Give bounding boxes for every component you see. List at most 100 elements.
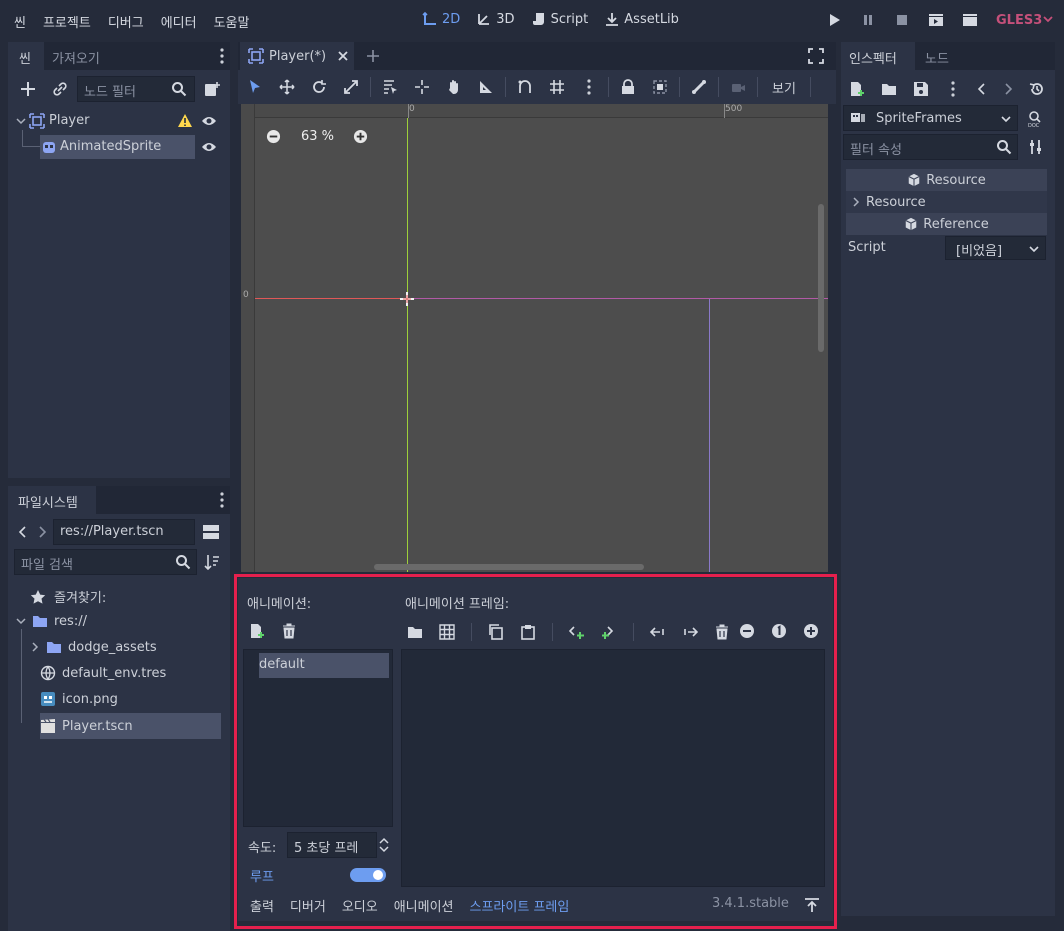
play-custom-scene-icon[interactable]	[962, 12, 978, 28]
add-node-icon[interactable]	[20, 81, 36, 97]
file-item-dodge-assets[interactable]: dodge_assets	[30, 639, 157, 655]
animation-item-default[interactable]: default	[259, 653, 389, 678]
tab-animation[interactable]: 애니메이션	[394, 896, 454, 915]
new-resource-icon[interactable]	[849, 81, 865, 97]
stop-icon[interactable]	[894, 12, 910, 28]
group-icon[interactable]	[647, 74, 673, 100]
play-icon[interactable]	[826, 12, 842, 28]
camera-icon[interactable]	[725, 74, 751, 100]
tab-import[interactable]: 가져오기	[52, 48, 100, 67]
workspace-2d-button[interactable]: 2D	[422, 11, 460, 27]
menu-project[interactable]: 프로젝트	[43, 12, 91, 31]
delete-animation-icon[interactable]	[281, 623, 297, 639]
kebab-menu-icon[interactable]	[214, 491, 230, 509]
resource-type-select[interactable]: SpriteFrames	[843, 105, 1018, 131]
res-root-item[interactable]: res://	[16, 613, 87, 629]
copy-icon[interactable]	[488, 624, 504, 640]
save-resource-icon[interactable]	[913, 81, 929, 97]
menu-help[interactable]: 도움말	[214, 12, 250, 31]
kebab-menu-icon[interactable]	[214, 47, 230, 65]
zoom-out-icon[interactable]	[266, 129, 281, 144]
workspace-3d-button[interactable]: 3D	[476, 11, 515, 27]
horizontal-scrollbar[interactable]	[374, 564, 644, 570]
vertical-scrollbar[interactable]	[818, 204, 824, 352]
paste-icon[interactable]	[520, 624, 536, 640]
list-select-icon[interactable]	[377, 74, 403, 100]
zoom-out-icon[interactable]	[739, 623, 755, 639]
chevron-right-icon[interactable]	[852, 197, 860, 207]
doc-icon[interactable]: DOC	[1027, 110, 1045, 128]
tab-audio[interactable]: 오디오	[342, 896, 378, 915]
smart-snap-icon[interactable]	[512, 74, 538, 100]
zoom-level[interactable]: 63 %	[301, 129, 334, 144]
pause-icon[interactable]	[860, 12, 876, 28]
renderer-button[interactable]: GLES3	[996, 13, 1042, 28]
view-menu-button[interactable]: 보기	[764, 78, 804, 97]
chevron-down-icon[interactable]	[1001, 114, 1011, 124]
speed-spinbox[interactable]: 5 초당 프레	[287, 832, 377, 858]
pan-hand-icon[interactable]	[441, 74, 467, 100]
workspace-assetlib-button[interactable]: AssetLib	[604, 11, 679, 27]
fullscreen-icon[interactable]	[808, 48, 824, 64]
select-tool-icon[interactable]	[242, 74, 268, 100]
sprite-sheet-icon[interactable]	[439, 624, 455, 640]
move-left-icon[interactable]	[650, 624, 666, 640]
new-animation-icon[interactable]	[249, 623, 265, 639]
tab-inspector[interactable]: 인스펙터	[841, 42, 915, 70]
visibility-icon[interactable]	[201, 113, 217, 129]
insert-empty-after-icon[interactable]	[601, 624, 617, 640]
menu-scene[interactable]: 씬	[14, 12, 26, 31]
move-tool-icon[interactable]	[274, 74, 300, 100]
kebab-menu-icon[interactable]	[576, 74, 602, 100]
tab-player-scene[interactable]: Player(*)	[240, 42, 354, 70]
grid-snap-icon[interactable]	[544, 74, 570, 100]
chevron-down-icon[interactable]	[16, 116, 26, 126]
tree-item-animatedsprite[interactable]: AnimatedSprite	[8, 130, 230, 160]
history-forward-icon[interactable]	[1003, 83, 1013, 95]
loop-toggle[interactable]	[350, 868, 386, 882]
move-right-icon[interactable]	[682, 624, 698, 640]
file-item-player-tscn[interactable]: Player.tscn	[40, 713, 221, 739]
file-item-default-env[interactable]: default_env.tres	[40, 665, 166, 681]
canvas-viewport[interactable]: 0 500 0 63 %	[241, 104, 828, 572]
tab-debugger[interactable]: 디버거	[290, 896, 326, 915]
insert-empty-before-icon[interactable]	[569, 624, 585, 640]
zoom-in-icon[interactable]	[803, 623, 819, 639]
chevron-right-icon[interactable]	[30, 642, 40, 652]
split-view-icon[interactable]	[202, 524, 220, 540]
close-icon[interactable]	[337, 50, 349, 62]
favorites-item[interactable]: 즐겨찾기:	[30, 587, 106, 606]
property-filter-input[interactable]: 필터 속성	[843, 134, 1018, 160]
bone-icon[interactable]	[686, 74, 712, 100]
visibility-icon[interactable]	[201, 139, 217, 155]
frames-list[interactable]	[401, 649, 825, 887]
tab-node[interactable]: 노드	[925, 48, 949, 67]
tab-scene[interactable]: 씬	[8, 42, 44, 70]
delete-frame-icon[interactable]	[714, 624, 730, 640]
resource-group[interactable]: Resource	[846, 191, 1047, 213]
instance-scene-icon[interactable]	[204, 81, 220, 97]
ruler-icon[interactable]	[473, 74, 499, 100]
file-item-icon-png[interactable]: icon.png	[40, 691, 118, 707]
back-icon[interactable]	[18, 526, 28, 538]
workspace-script-button[interactable]: Script	[531, 11, 588, 27]
scale-tool-icon[interactable]	[338, 74, 364, 100]
menu-debug[interactable]: 디버그	[108, 12, 144, 31]
menu-editor[interactable]: 에디터	[161, 12, 197, 31]
chevron-down-icon[interactable]	[1043, 14, 1053, 24]
spinbox-arrows-icon[interactable]	[379, 837, 389, 853]
expand-panel-icon[interactable]	[804, 897, 820, 913]
lock-icon[interactable]	[615, 74, 641, 100]
history-icon[interactable]	[1029, 81, 1045, 97]
tab-output[interactable]: 출력	[250, 896, 274, 915]
history-back-icon[interactable]	[977, 83, 987, 95]
chevron-down-icon[interactable]	[16, 616, 26, 626]
forward-icon[interactable]	[37, 526, 47, 538]
zoom-in-icon[interactable]	[353, 129, 368, 144]
play-scene-icon[interactable]	[928, 12, 944, 28]
load-resource-icon[interactable]	[881, 81, 897, 97]
link-icon[interactable]	[52, 81, 68, 97]
tree-item-player[interactable]: Player	[8, 108, 230, 134]
zoom-reset-icon[interactable]	[771, 623, 787, 639]
pivot-icon[interactable]	[409, 74, 435, 100]
